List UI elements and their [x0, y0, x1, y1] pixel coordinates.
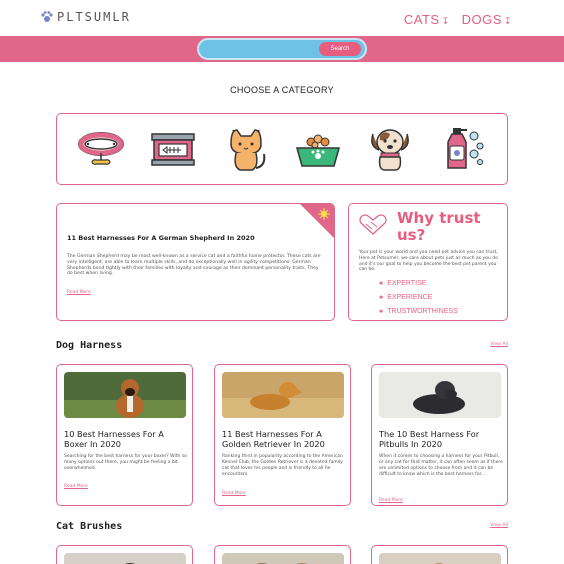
feature-title[interactable]: 11 Best Harnesses For A German Shepherd … — [67, 234, 255, 242]
nav-cats-label: CATS — [403, 12, 440, 27]
article-card[interactable] — [56, 545, 193, 564]
search-bar: Search — [0, 36, 564, 62]
card-read-more-link[interactable]: Read More — [379, 498, 403, 503]
nav-cats[interactable]: CATS ↧ — [404, 12, 450, 27]
collar-icon[interactable] — [74, 122, 128, 176]
why-trust-us-card: Why trust us? Your pet is your world and… — [348, 203, 508, 321]
card-excerpt: Ranking third in popularity according to… — [222, 454, 344, 477]
article-card[interactable] — [214, 545, 351, 564]
pet-shampoo-icon[interactable] — [436, 122, 490, 176]
pitbull-dog-photo — [379, 372, 501, 418]
main-nav: CATS ↧ DOGS ↧ — [404, 12, 512, 27]
dog-icon[interactable] — [363, 122, 417, 176]
trust-title: Why trust us? — [397, 209, 481, 244]
section-title-dog-harness: Dog Harness — [56, 340, 123, 351]
card-title[interactable]: 10 Best Harnesses For A Boxer In 2020 — [64, 429, 189, 449]
section-title-cat-brushes: Cat Brushes — [56, 521, 123, 532]
boxer-dog-photo — [64, 372, 186, 418]
paw-logo-icon — [41, 11, 53, 22]
category-panel — [56, 113, 508, 185]
feature-body: The German Shepherd may be most well-kno… — [67, 254, 321, 277]
trust-points: EXPERTISE EXPERIENCE TRUSTWORTHINESS — [379, 277, 458, 319]
top-header: PLTSUMLR CATS ↧ DOGS ↧ — [0, 0, 564, 36]
heart-handshake-icon — [359, 214, 387, 235]
dog-harness-view-all-link[interactable]: View All — [490, 342, 508, 347]
star-badge-icon — [300, 204, 334, 238]
trust-point: EXPERIENCE — [379, 291, 458, 305]
chevron-down-icon: ↧ — [441, 16, 450, 26]
logo-text: PLTSUMLR — [57, 10, 131, 24]
cat-icon[interactable] — [219, 122, 273, 176]
site-logo[interactable]: PLTSUMLR — [40, 10, 131, 24]
category-heading: CHOOSE A CATEGORY — [230, 85, 334, 95]
card-read-more-link[interactable]: Read More — [64, 484, 88, 489]
pet-food-bowl-icon[interactable] — [291, 122, 345, 176]
card-excerpt: When it comes to choosing a harness for … — [379, 454, 503, 477]
card-read-more-link[interactable]: Read More — [222, 491, 246, 496]
cat-photo — [64, 553, 186, 564]
golden-retriever-photo — [222, 372, 344, 418]
cat-brushes-view-all-link[interactable]: View All — [490, 523, 508, 528]
article-card[interactable]: 11 Best Harnesses For A Golden Retriever… — [214, 364, 351, 506]
card-title[interactable]: 11 Best Harnesses For A Golden Retriever… — [222, 429, 347, 449]
search-button[interactable]: Search — [319, 42, 361, 56]
featured-article[interactable]: 11 Best Harnesses For A German Shepherd … — [56, 203, 335, 321]
article-card[interactable]: The 10 Best Harness For Pitbulls In 2020… — [371, 364, 508, 506]
trust-point: TRUSTWORTHINESS — [379, 305, 458, 319]
cat-food-can-icon[interactable] — [146, 122, 200, 176]
card-excerpt: Searching for the best harness for your … — [64, 454, 187, 471]
search-input[interactable]: Search — [197, 38, 367, 60]
article-card[interactable]: 10 Best Harnesses For A Boxer In 2020 Se… — [56, 364, 193, 506]
feature-read-more-link[interactable]: Read More — [67, 290, 91, 295]
trust-point: EXPERTISE — [379, 277, 458, 291]
cat-photo — [222, 553, 344, 564]
cat-photo — [379, 553, 501, 564]
article-card[interactable] — [371, 545, 508, 564]
card-title[interactable]: The 10 Best Harness For Pitbulls In 2020 — [379, 429, 504, 449]
chevron-down-icon: ↧ — [503, 16, 512, 26]
nav-dogs[interactable]: DOGS ↧ — [462, 12, 512, 27]
nav-dogs-label: DOGS — [461, 12, 502, 27]
trust-body: Your pet is your world and you need pet … — [359, 250, 498, 273]
